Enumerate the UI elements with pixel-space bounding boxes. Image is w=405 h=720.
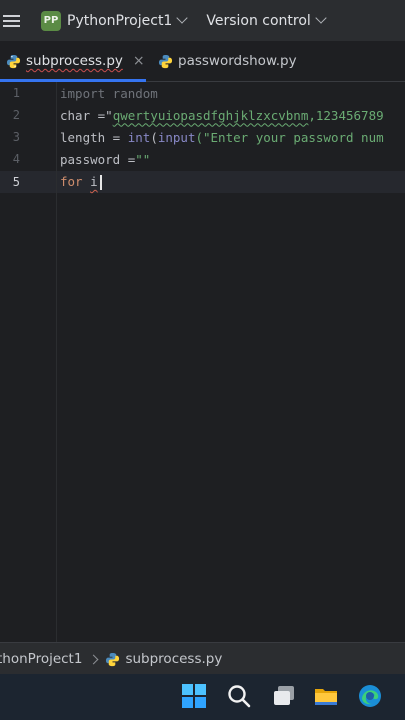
python-file-icon — [106, 652, 120, 666]
code-line[interactable]: 4 password ="" — [0, 148, 405, 170]
title-bar: PP PythonProject1 Version control — [0, 0, 405, 41]
code-line[interactable]: 1 import random — [0, 82, 405, 104]
editor-tabs: subprocess.py × passwordshow.py — [0, 41, 405, 82]
code-token: char =" — [60, 107, 113, 123]
breadcrumb-file[interactable]: subprocess.py — [125, 651, 222, 667]
line-number: 2 — [12, 108, 20, 122]
task-view-icon[interactable] — [271, 683, 297, 709]
keyword-token: for — [60, 174, 83, 189]
code-text[interactable]: password ="" — [60, 152, 150, 167]
project-badge[interactable]: PP — [41, 10, 61, 31]
code-text[interactable]: length = int(input("Enter your password … — [60, 130, 384, 145]
tab-passwordshow[interactable]: passwordshow.py — [152, 41, 312, 81]
windows-taskbar — [0, 674, 405, 720]
edge-browser-icon[interactable] — [357, 683, 383, 709]
project-name[interactable]: PythonProject1 — [67, 13, 172, 29]
code-line[interactable]: 3 length = int(input("Enter your passwor… — [0, 126, 405, 148]
code-text[interactable]: for i — [60, 174, 102, 190]
string-token: ,123456789 — [308, 107, 384, 123]
code-text[interactable]: char ="qwertyuiopasdfghjklzxcvbnm,123456… — [60, 108, 384, 123]
main-menu-icon[interactable] — [3, 13, 23, 29]
code-text[interactable]: import random — [60, 86, 158, 101]
code-token: length = — [60, 129, 128, 145]
string-token: "" — [135, 151, 151, 167]
python-file-icon — [6, 54, 21, 68]
file-explorer-icon[interactable] — [313, 683, 339, 709]
text-cursor — [99, 175, 102, 190]
code-line[interactable]: 2 char ="qwertyuiopasdfghjklzxcvbnm,1234… — [0, 104, 405, 126]
version-control-menu[interactable]: Version control — [206, 13, 310, 29]
code-editor[interactable]: 1 import random 2 char ="qwertyuiopasdfg… — [0, 82, 405, 642]
tab-label: passwordshow.py — [178, 53, 297, 69]
code-token: password = — [60, 151, 136, 167]
chevron-down-icon[interactable] — [176, 12, 189, 24]
breadcrumb: thonProject1 subprocess.py — [0, 642, 405, 675]
line-number: 3 — [12, 130, 20, 144]
breadcrumb-project[interactable]: thonProject1 — [0, 651, 82, 667]
code-line-current[interactable]: 5 for i — [0, 171, 405, 193]
line-number: 1 — [12, 86, 20, 100]
line-number: 5 — [12, 175, 20, 189]
chevron-right-icon — [89, 654, 99, 664]
close-icon[interactable]: × — [133, 53, 145, 69]
code-token: ( — [150, 129, 158, 145]
line-number: 4 — [12, 152, 20, 166]
builtin-token: int — [127, 129, 151, 145]
code-token: i — [90, 174, 98, 189]
chevron-down-icon[interactable] — [315, 12, 327, 24]
windows-start-icon[interactable] — [181, 683, 207, 709]
search-icon[interactable] — [226, 683, 252, 709]
builtin-token: input — [157, 129, 196, 145]
tab-subprocess[interactable]: subprocess.py × — [0, 41, 146, 82]
tab-label: subprocess.py — [26, 53, 123, 69]
string-token: ("Enter your password num — [195, 129, 384, 145]
string-token: qwertyuiopasdfghjklzxcvbnm — [112, 107, 309, 123]
python-file-icon — [158, 54, 173, 68]
